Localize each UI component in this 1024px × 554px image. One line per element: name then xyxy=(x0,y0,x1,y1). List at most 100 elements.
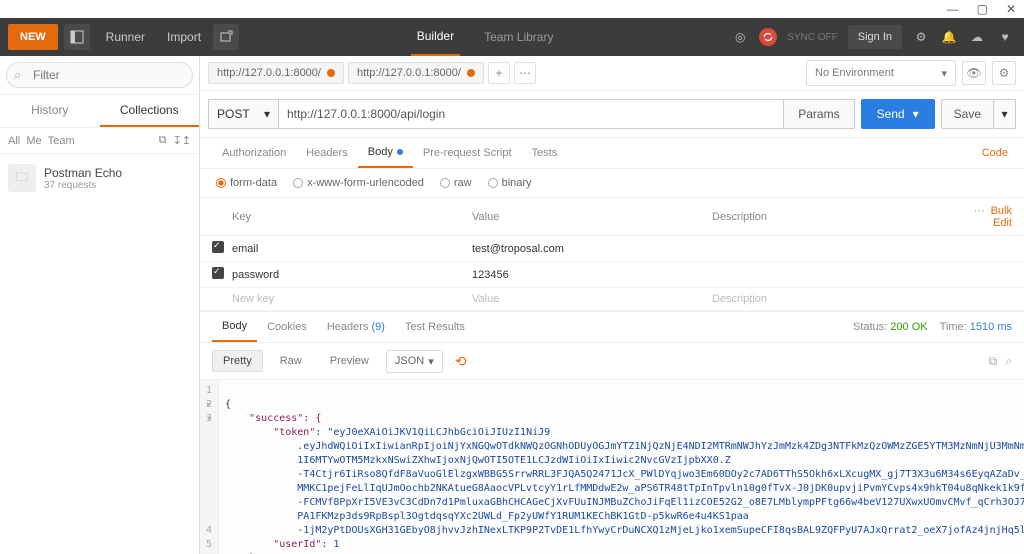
bulk-edit-link[interactable]: Bulk Edit xyxy=(991,205,1012,229)
tab-team-library[interactable]: Team Library xyxy=(478,18,559,56)
body-type-urlencoded[interactable]: x-www-form-urlencoded xyxy=(293,177,424,189)
body-type-binary[interactable]: binary xyxy=(488,177,532,189)
value-cell[interactable]: 123456 xyxy=(472,269,712,281)
request-tab-1[interactable]: http://127.0.0.1:8000/ xyxy=(208,62,344,84)
import-link[interactable]: Import xyxy=(161,30,207,44)
scope-all[interactable]: All xyxy=(8,135,20,147)
heart-icon[interactable]: ♥ xyxy=(996,28,1014,46)
chevron-down-icon: ▾ xyxy=(941,67,947,80)
environment-select[interactable]: No Environment ▾ xyxy=(806,60,956,86)
table-row[interactable]: password 123456 xyxy=(200,262,1024,288)
method-select[interactable]: POST ▾ xyxy=(208,99,278,129)
resp-tab-tests[interactable]: Test Results xyxy=(395,313,475,341)
capture-icon[interactable]: ◎ xyxy=(731,28,749,46)
view-pretty[interactable]: Pretty xyxy=(212,350,263,372)
key-cell[interactable]: email xyxy=(232,243,472,255)
sidebar: ⌕ History Collections All Me Team ⧉ ↧↥ 🗀… xyxy=(0,56,200,554)
cloud-icon[interactable]: ☁ xyxy=(968,28,986,46)
response-status: Status: 200 OK Time: 1510 ms xyxy=(853,321,1012,333)
col-desc: Description xyxy=(712,211,952,223)
col-key: Key xyxy=(232,211,472,223)
toggle-sidebar-icon[interactable] xyxy=(64,24,90,50)
save-options-button[interactable]: ▾ xyxy=(994,99,1016,129)
key-cell[interactable]: New key xyxy=(232,293,472,305)
params-button[interactable]: Params xyxy=(784,99,854,129)
save-button[interactable]: Save xyxy=(941,99,994,129)
settings-icon[interactable]: ⚙ xyxy=(912,28,930,46)
sync-status: SYNC OFF xyxy=(787,32,838,43)
tab-collections[interactable]: Collections xyxy=(100,95,200,127)
main: http://127.0.0.1:8000/ http://127.0.0.1:… xyxy=(200,56,1024,554)
scope-me[interactable]: Me xyxy=(26,135,41,147)
body-type-formdata[interactable]: form-data xyxy=(216,177,277,189)
checkbox-icon[interactable] xyxy=(212,267,224,279)
filter-input[interactable] xyxy=(6,62,193,88)
chevron-down-icon: ▾ xyxy=(428,355,434,368)
resp-tab-headers[interactable]: Headers (9) xyxy=(317,313,395,341)
value-cell[interactable]: Value xyxy=(472,293,712,305)
tab-options-button[interactable]: ⋯ xyxy=(514,62,536,84)
resp-tab-cookies[interactable]: Cookies xyxy=(257,313,317,341)
tab-prerequest[interactable]: Pre-request Script xyxy=(413,139,522,167)
request-tab-2-label: http://127.0.0.1:8000/ xyxy=(357,67,461,79)
tab-body[interactable]: Body xyxy=(358,138,413,168)
copy-icon[interactable]: ⧉ xyxy=(989,354,998,369)
body-type-raw[interactable]: raw xyxy=(440,177,472,189)
add-tab-button[interactable]: + xyxy=(488,62,510,84)
key-cell[interactable]: password xyxy=(232,269,472,281)
chevron-down-icon: ▾ xyxy=(264,107,270,121)
tab-builder[interactable]: Builder xyxy=(411,18,460,56)
search-response-icon[interactable]: ⌕ xyxy=(1005,354,1012,369)
radio-off-icon xyxy=(488,178,498,188)
new-button[interactable]: NEW xyxy=(8,24,58,50)
send-button[interactable]: Send ▾ xyxy=(861,99,935,129)
table-row-new[interactable]: New key Value Description xyxy=(200,288,1024,311)
radio-off-icon xyxy=(440,178,450,188)
sign-in-button[interactable]: Sign In xyxy=(848,25,902,49)
modified-dot-icon xyxy=(397,149,403,155)
unsaved-dot-icon xyxy=(467,69,475,77)
url-input[interactable] xyxy=(278,99,784,129)
checkbox-icon[interactable] xyxy=(212,241,224,253)
col-value: Value xyxy=(472,211,712,223)
collection-item[interactable]: 🗀 Postman Echo 37 requests xyxy=(0,154,199,202)
desc-cell[interactable]: Description xyxy=(712,293,952,305)
request-tab-2[interactable]: http://127.0.0.1:8000/ xyxy=(348,62,484,84)
collection-meta: 37 requests xyxy=(44,180,122,191)
view-raw[interactable]: Raw xyxy=(269,350,313,372)
code-link[interactable]: Code xyxy=(978,139,1012,167)
sort-icon[interactable]: ↧↥ xyxy=(173,134,191,147)
add-collection-icon[interactable]: ⧉ xyxy=(159,134,167,147)
tab-authorization[interactable]: Authorization xyxy=(212,139,296,167)
value-cell[interactable]: test@troposal.com xyxy=(472,243,712,255)
chevron-down-icon: ▾ xyxy=(913,107,919,121)
formdata-table: Key Value Description ⋯ Bulk Edit email … xyxy=(200,198,1024,312)
send-label: Send xyxy=(877,107,905,121)
wrap-lines-icon[interactable]: ⟲ xyxy=(449,349,473,373)
radio-on-icon xyxy=(216,178,226,188)
search-icon: ⌕ xyxy=(14,67,21,83)
request-tab-1-label: http://127.0.0.1:8000/ xyxy=(217,67,321,79)
topbar: NEW Runner Import Builder Team Library ◎… xyxy=(0,18,1024,56)
sync-icon[interactable] xyxy=(759,28,777,46)
notifications-icon[interactable]: 🔔 xyxy=(940,28,958,46)
view-preview[interactable]: Preview xyxy=(319,350,380,372)
resp-tab-body[interactable]: Body xyxy=(212,312,257,342)
tab-tests[interactable]: Tests xyxy=(522,139,568,167)
response-body-viewer[interactable]: 1 ▸2 ▾3456 { "success": { "token": "eyJ0… xyxy=(200,380,1024,554)
new-window-icon[interactable] xyxy=(213,24,239,50)
window-close[interactable]: ✕ xyxy=(1006,2,1016,16)
runner-link[interactable]: Runner xyxy=(100,30,151,44)
env-quicklook-icon[interactable]: 👁 xyxy=(962,61,986,85)
environment-label: No Environment xyxy=(815,67,894,79)
env-settings-icon[interactable]: ⚙ xyxy=(992,61,1016,85)
tab-headers[interactable]: Headers xyxy=(296,139,358,167)
lang-select[interactable]: JSON ▾ xyxy=(386,350,443,373)
method-label: POST xyxy=(217,107,250,121)
tab-history[interactable]: History xyxy=(0,95,100,127)
table-row[interactable]: email test@troposal.com xyxy=(200,236,1024,262)
window-maximize[interactable]: ▢ xyxy=(977,2,988,16)
window-minimize[interactable]: — xyxy=(947,2,959,16)
row-options-icon[interactable]: ⋯ xyxy=(973,205,984,217)
scope-team[interactable]: Team xyxy=(48,135,75,147)
